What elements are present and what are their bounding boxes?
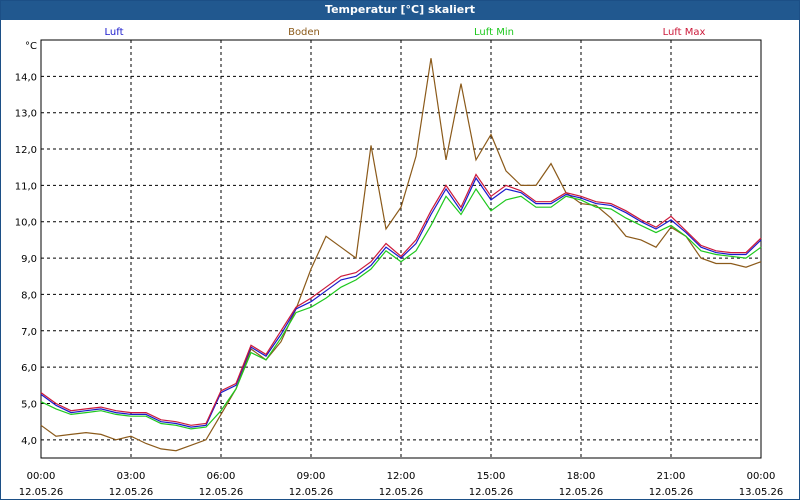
- x-tick-date: 12.05.26: [379, 487, 424, 498]
- chart-window: Temperatur [°C] skaliert 4,0 5,0 6,0 7,0 8,0…: [0, 0, 800, 500]
- x-tick-time: 18:00: [567, 471, 596, 482]
- temperature-chart: 4,0 5,0 6,0 7,0 8,0 9,0 10,0 11,0 12,0 13,0 14,0 °C…: [15, 27, 784, 498]
- series-line-luft-min: [40, 187, 762, 430]
- y-tick-label: 6,0: [21, 363, 37, 374]
- x-tick-date: 12.05.26: [199, 487, 244, 498]
- x-tick-time: 12:00: [387, 471, 416, 482]
- x-tick-date: 12.05.26: [289, 487, 334, 498]
- legend-entry: Luft Min: [474, 27, 514, 38]
- x-tick-time: 00:00: [747, 471, 776, 482]
- y-tick-label: 10,0: [15, 218, 37, 229]
- x-tick-date: 12.05.26: [559, 487, 604, 498]
- y-tick-label: 13,0: [15, 109, 37, 120]
- y-tick-label: 11,0: [15, 181, 37, 192]
- legend-entry: Luft: [105, 27, 124, 38]
- y-tick-label: 12,0: [15, 145, 37, 156]
- x-tick-date: 12.05.26: [19, 487, 64, 498]
- x-tick-time: 09:00: [297, 471, 326, 482]
- x-tick-time: 06:00: [207, 471, 236, 482]
- y-axis-label: °C: [25, 41, 37, 52]
- series-line-boden: [40, 58, 762, 452]
- x-tick-date: 12.05.26: [469, 487, 514, 498]
- x-tick-time: 03:00: [117, 471, 146, 482]
- legend-entry: Luft Max: [663, 27, 706, 38]
- x-tick-date: 13.05.26: [739, 487, 784, 498]
- legend-entry: Boden: [288, 27, 320, 38]
- y-tick-label: 7,0: [21, 327, 37, 338]
- x-tick-time: 15:00: [477, 471, 506, 482]
- y-tick-label: 5,0: [21, 399, 37, 410]
- y-tick-label: 9,0: [21, 254, 37, 265]
- x-tick-date: 12.05.26: [649, 487, 694, 498]
- y-tick-label: 14,0: [15, 72, 37, 83]
- y-tick-label: 4,0: [21, 436, 37, 447]
- x-tick-time: 00:00: [27, 471, 56, 482]
- y-tick-label: 8,0: [21, 290, 37, 301]
- x-tick-time: 21:00: [657, 471, 686, 482]
- x-tick-date: 12.05.26: [109, 487, 154, 498]
